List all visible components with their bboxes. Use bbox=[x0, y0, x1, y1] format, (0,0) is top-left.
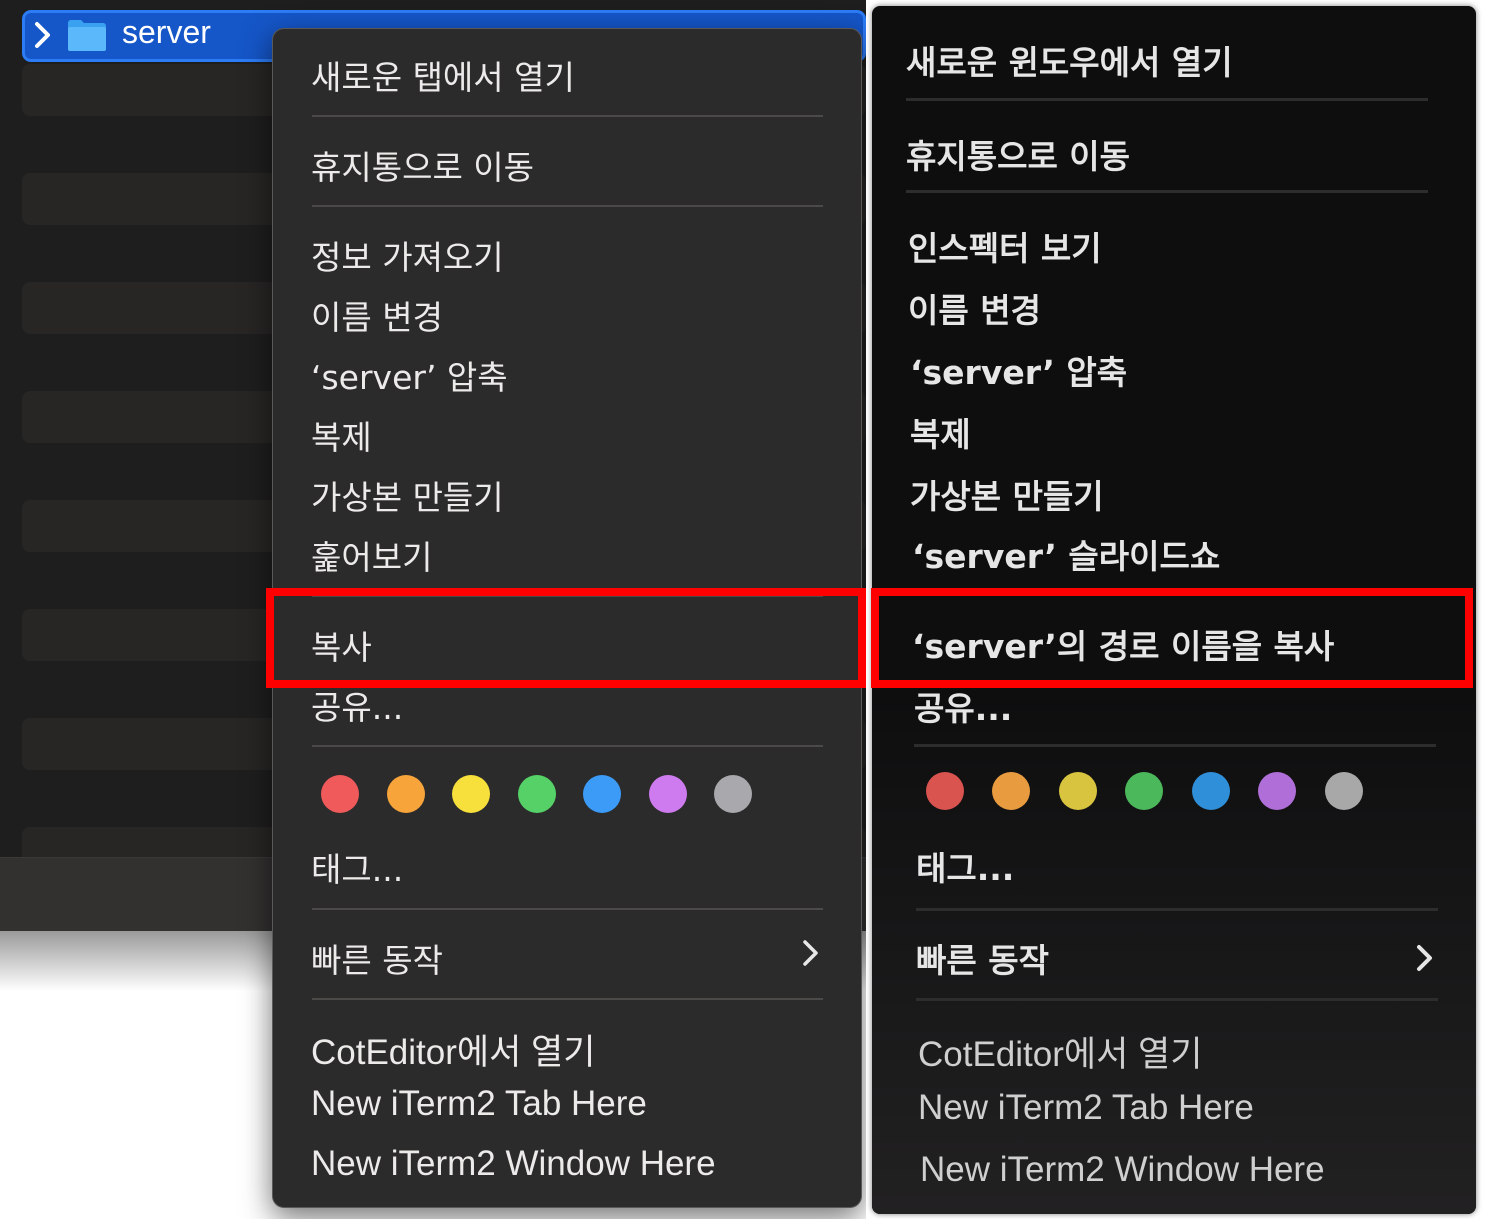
tag-gray-icon[interactable] bbox=[1325, 772, 1363, 810]
menu-separator bbox=[916, 998, 1438, 1001]
tag-orange-icon[interactable] bbox=[992, 772, 1030, 810]
menu-item-open-new-tab[interactable]: 새로운 탭에서 열기 bbox=[311, 51, 575, 99]
menu-item-compress[interactable]: ‘server’ 압축 bbox=[910, 346, 1127, 394]
menu-item-compress[interactable]: ‘server’ 압축 bbox=[311, 351, 508, 399]
tag-orange-icon[interactable] bbox=[387, 775, 425, 813]
menu-item-rename[interactable]: 이름 변경 bbox=[311, 291, 443, 339]
chevron-right-icon[interactable] bbox=[32, 20, 60, 52]
menu-separator bbox=[312, 908, 823, 910]
tag-blue-icon[interactable] bbox=[1192, 772, 1230, 810]
menu-item-make-alias[interactable]: 가상본 만들기 bbox=[311, 471, 504, 519]
tag-red-icon[interactable] bbox=[321, 775, 359, 813]
menu-item-show-inspector[interactable]: 인스펙터 보기 bbox=[908, 222, 1102, 270]
context-menu-screenshot-right: 새로운 윈도우에서 열기 휴지통으로 이동 인스펙터 보기 이름 변경 ‘ser… bbox=[866, 0, 1485, 1219]
highlight-box bbox=[871, 588, 1473, 688]
menu-separator bbox=[916, 908, 1438, 911]
menu-item-share[interactable]: 공유... bbox=[914, 682, 1012, 730]
menu-item-tags[interactable]: 태그... bbox=[311, 843, 403, 891]
menu-item-new-iterm2-window[interactable]: New iTerm2 Window Here bbox=[920, 1150, 1325, 1190]
menu-item-quick-actions[interactable]: 빠른 동작 bbox=[311, 934, 443, 982]
menu-item-quick-look[interactable]: 훑어보기 bbox=[311, 531, 432, 579]
menu-separator bbox=[312, 745, 823, 747]
chevron-right-icon bbox=[1414, 940, 1436, 985]
menu-item-move-to-trash[interactable]: 휴지통으로 이동 bbox=[311, 141, 534, 189]
menu-item-get-info[interactable]: 정보 가져오기 bbox=[311, 231, 504, 279]
menu-item-share[interactable]: 공유... bbox=[311, 681, 403, 729]
menu-item-duplicate[interactable]: 복제 bbox=[311, 411, 372, 459]
menu-item-open-coteditor[interactable]: CotEditor에서 열기 bbox=[918, 1026, 1202, 1077]
folder-name: server bbox=[122, 14, 211, 50]
tag-red-icon[interactable] bbox=[926, 772, 964, 810]
menu-item-rename[interactable]: 이름 변경 bbox=[908, 284, 1041, 332]
tag-yellow-icon[interactable] bbox=[1059, 772, 1097, 810]
menu-separator bbox=[906, 190, 1428, 193]
menu-item-open-coteditor[interactable]: CotEditor에서 열기 bbox=[311, 1024, 595, 1075]
finder-window-left: server 새로운 탭에서 열기 휴지통으로 이동 정보 가져오기 이름 변경… bbox=[0, 0, 866, 1219]
folder-icon bbox=[67, 18, 107, 56]
tag-yellow-icon[interactable] bbox=[452, 775, 490, 813]
menu-item-make-alias[interactable]: 가상본 만들기 bbox=[910, 470, 1104, 518]
tag-gray-icon[interactable] bbox=[714, 775, 752, 813]
tag-blue-icon[interactable] bbox=[583, 775, 621, 813]
highlight-box bbox=[266, 588, 866, 688]
chevron-right-icon bbox=[800, 935, 822, 980]
menu-item-new-iterm2-tab[interactable]: New iTerm2 Tab Here bbox=[918, 1088, 1254, 1128]
menu-item-tags[interactable]: 태그... bbox=[916, 842, 1014, 890]
tag-purple-icon[interactable] bbox=[649, 775, 687, 813]
menu-item-move-to-trash[interactable]: 휴지통으로 이동 bbox=[906, 130, 1130, 178]
menu-separator bbox=[312, 998, 823, 1000]
menu-separator bbox=[914, 744, 1436, 747]
menu-item-open-new-window[interactable]: 새로운 윈도우에서 열기 bbox=[906, 36, 1233, 84]
menu-item-slideshow[interactable]: ‘server’ 슬라이드쇼 bbox=[912, 530, 1220, 578]
menu-item-quick-actions[interactable]: 빠른 동작 bbox=[916, 934, 1049, 982]
menu-separator bbox=[312, 205, 823, 207]
tag-green-icon[interactable] bbox=[1125, 772, 1163, 810]
menu-separator bbox=[312, 115, 823, 117]
tag-green-icon[interactable] bbox=[518, 775, 556, 813]
menu-item-new-iterm2-tab[interactable]: New iTerm2 Tab Here bbox=[311, 1084, 647, 1124]
menu-item-new-iterm2-window[interactable]: New iTerm2 Window Here bbox=[311, 1144, 716, 1184]
tag-purple-icon[interactable] bbox=[1258, 772, 1296, 810]
menu-separator bbox=[906, 98, 1428, 101]
menu-item-duplicate[interactable]: 복제 bbox=[910, 408, 971, 456]
